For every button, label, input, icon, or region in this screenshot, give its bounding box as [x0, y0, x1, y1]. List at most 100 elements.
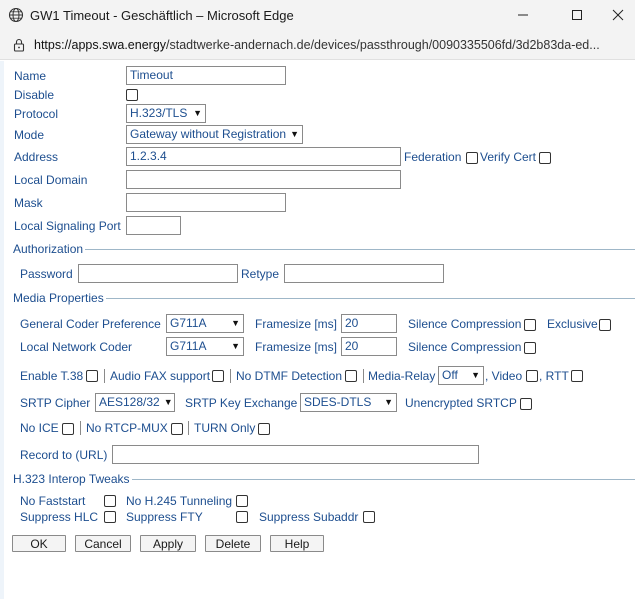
suppress-subaddr-label: Suppress Subaddr [259, 510, 359, 524]
chevron-down-icon: ▼ [163, 397, 173, 407]
no-h245-label: No H.245 Tunneling [126, 494, 233, 508]
local-signaling-port-label: Local Signaling Port [14, 219, 121, 233]
url-host: https://apps.swa.energy [34, 37, 167, 52]
framesize-label-2: Framesize [ms] [255, 340, 338, 354]
local-framesize-input[interactable]: 20 [341, 337, 397, 356]
local-network-coder-select[interactable]: G711A ▼ [166, 337, 244, 356]
separator [230, 369, 231, 383]
close-icon[interactable] [598, 0, 635, 30]
disable-checkbox[interactable] [126, 89, 138, 101]
protocol-value: H.323/TLS [130, 106, 188, 120]
separator [104, 369, 105, 383]
srtp-cipher-select[interactable]: AES128/32 ▼ [95, 393, 175, 412]
address-bar[interactable]: https://apps.swa.energy/stadtwerke-ander… [0, 30, 635, 60]
federation-label: Federation [404, 150, 462, 164]
record-to-input[interactable] [112, 445, 479, 464]
no-rtcp-mux-checkbox[interactable] [171, 423, 183, 435]
local-network-coder-label: Local Network Coder [20, 340, 133, 354]
no-ice-label: No ICE [20, 421, 59, 435]
no-dtmf-label: No DTMF Detection [236, 369, 343, 383]
rtt-label: , RTT [539, 369, 569, 383]
h323-legend: H.323 Interop Tweaks [11, 472, 132, 486]
suppress-fty-label: Suppress FTY [126, 510, 203, 524]
no-faststart-label: No Faststart [20, 494, 86, 508]
local-silence-compression-checkbox[interactable] [524, 342, 536, 354]
no-h245-checkbox[interactable] [236, 495, 248, 507]
no-ice-checkbox[interactable] [62, 423, 74, 435]
silence-compression-label: Silence Compression [408, 317, 522, 331]
local-network-coder-value: G711A [170, 339, 207, 353]
local-domain-input[interactable] [126, 170, 401, 189]
no-rtcp-mux-label: No RTCP-MUX [86, 421, 168, 435]
video-checkbox[interactable] [526, 370, 538, 382]
unencrypted-srtcp-label: Unencrypted SRTCP [405, 396, 517, 410]
federation-checkbox[interactable] [466, 152, 478, 164]
suppress-hlc-label: Suppress HLC [20, 510, 99, 524]
no-faststart-checkbox[interactable] [104, 495, 116, 507]
suppress-hlc-checkbox[interactable] [104, 511, 116, 523]
retype-input[interactable] [284, 264, 444, 283]
record-to-label: Record to (URL) [20, 448, 108, 462]
protocol-label: Protocol [14, 107, 59, 121]
exclusive-checkbox[interactable] [599, 319, 611, 331]
name-label: Name [14, 69, 47, 83]
turn-only-checkbox[interactable] [258, 423, 270, 435]
media-properties-legend: Media Properties [11, 291, 106, 305]
address-label: Address [14, 150, 59, 164]
media-relay-value: Off [442, 368, 458, 382]
chevron-down-icon: ▼ [231, 318, 240, 328]
cancel-button[interactable]: Cancel [75, 535, 131, 552]
globe-icon [8, 7, 24, 23]
minimize-icon[interactable] [503, 0, 543, 30]
help-button[interactable]: Help [270, 535, 324, 552]
media-relay-select[interactable]: Off ▼ [438, 366, 484, 385]
window-title: GW1 Timeout - Geschäftlich – Microsoft E… [30, 7, 294, 23]
local-signaling-port-input[interactable] [126, 216, 181, 235]
unencrypted-srtcp-checkbox[interactable] [520, 398, 532, 410]
audio-fax-label: Audio FAX support [110, 369, 211, 383]
lock-icon [13, 38, 25, 52]
rtt-checkbox[interactable] [571, 370, 583, 382]
srtp-key-exchange-label: SRTP Key Exchange [185, 396, 298, 410]
exclusive-label: Exclusive [547, 317, 598, 331]
suppress-fty-checkbox[interactable] [236, 511, 248, 523]
chevron-down-icon: ▼ [290, 129, 299, 139]
left-edge [0, 61, 4, 599]
mask-label: Mask [14, 196, 43, 210]
verify-cert-checkbox[interactable] [539, 152, 551, 164]
password-input[interactable] [78, 264, 238, 283]
chevron-down-icon: ▼ [193, 108, 202, 118]
turn-only-label: TURN Only [194, 421, 256, 435]
disable-label: Disable [14, 88, 55, 102]
mode-select[interactable]: Gateway without Registration ▼ [126, 125, 303, 144]
audio-fax-checkbox[interactable] [212, 370, 224, 382]
authorization-legend: Authorization [11, 242, 86, 256]
address-input[interactable]: 1.2.3.4 [126, 147, 401, 166]
name-input[interactable]: Timeout [126, 66, 286, 85]
delete-button[interactable]: Delete [205, 535, 261, 552]
mode-value: Gateway without Registration [130, 127, 287, 141]
silence-compression-label-2: Silence Compression [408, 340, 522, 354]
password-label: Password [20, 267, 73, 281]
chevron-down-icon: ▼ [231, 341, 240, 351]
general-silence-compression-checkbox[interactable] [524, 319, 536, 331]
maximize-icon[interactable] [557, 0, 597, 30]
apply-button[interactable]: Apply [140, 535, 196, 552]
mask-input[interactable] [126, 193, 286, 212]
no-dtmf-checkbox[interactable] [345, 370, 357, 382]
video-label: , Video [485, 369, 523, 383]
section-divider [11, 249, 635, 250]
chevron-down-icon: ▼ [384, 397, 393, 407]
protocol-select[interactable]: H.323/TLS ▼ [126, 104, 206, 123]
url-path: /stadtwerke-andernach.de/devices/passthr… [166, 37, 600, 52]
srtp-key-exchange-select[interactable]: SDES-DTLS ▼ [300, 393, 397, 412]
media-properties-section: Media Properties [11, 291, 635, 305]
enable-t38-checkbox[interactable] [86, 370, 98, 382]
general-coder-select[interactable]: G711A ▼ [166, 314, 244, 333]
ok-button[interactable]: OK [12, 535, 66, 552]
verify-cert-label: Verify Cert [480, 150, 537, 164]
general-framesize-input[interactable]: 20 [341, 314, 397, 333]
suppress-subaddr-checkbox[interactable] [363, 511, 375, 523]
h323-section: H.323 Interop Tweaks [11, 472, 635, 486]
srtp-key-exchange-value: SDES-DTLS [304, 395, 372, 409]
